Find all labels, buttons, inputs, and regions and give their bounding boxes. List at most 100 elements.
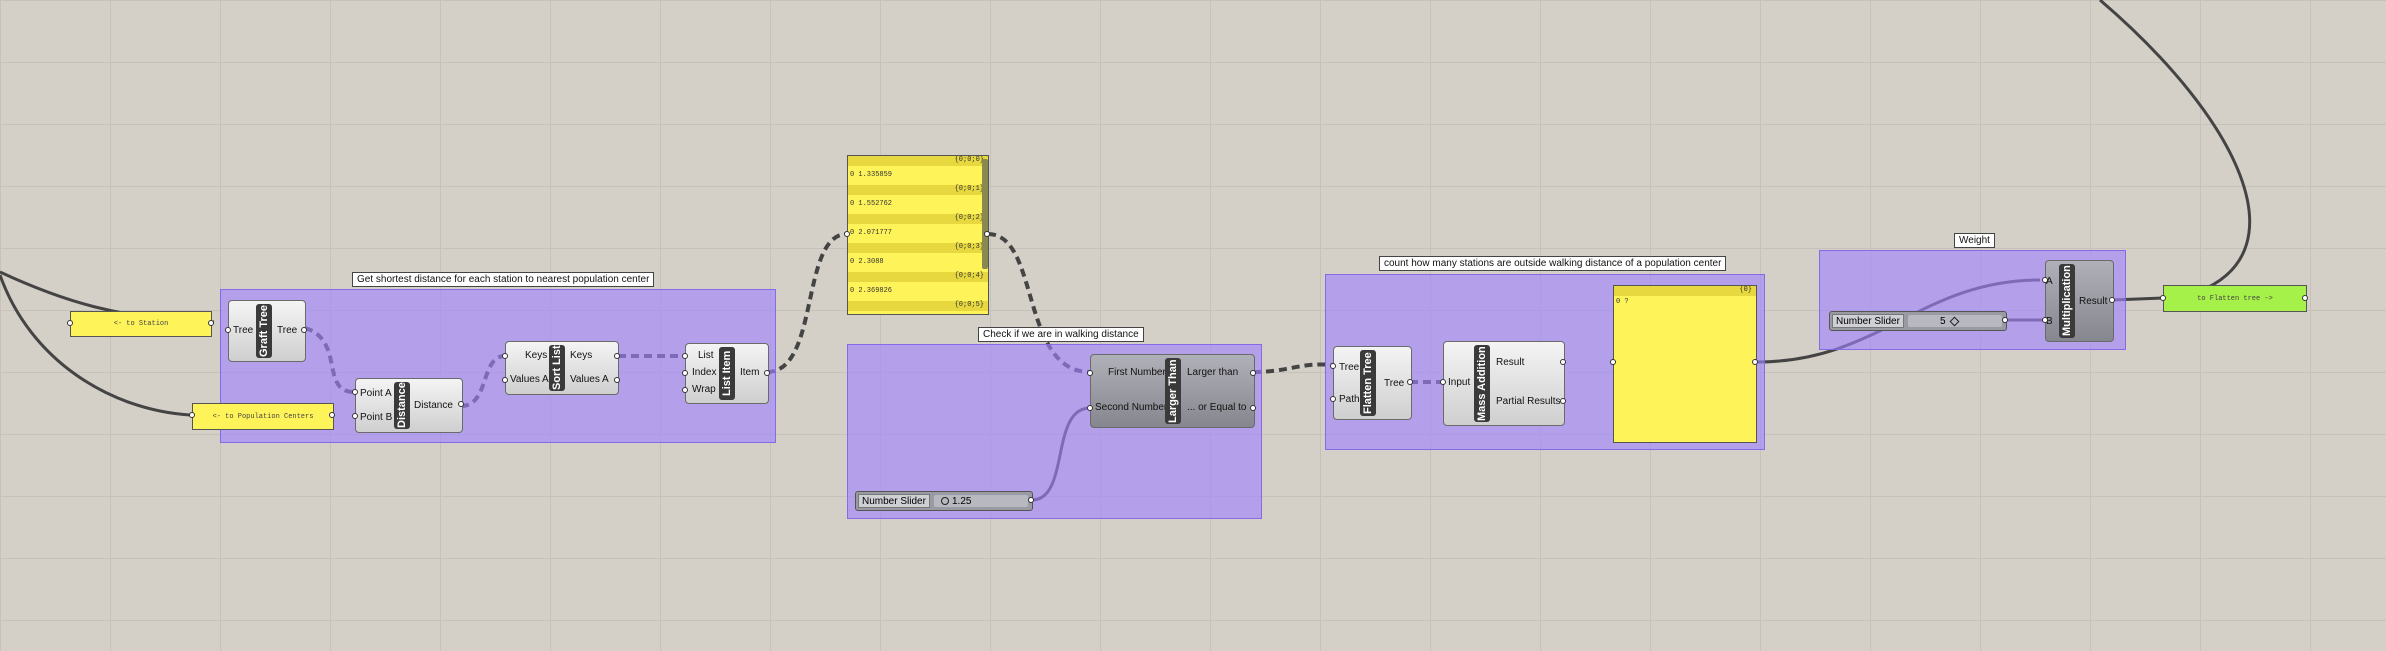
grip-massadd-in[interactable] (1440, 379, 1446, 385)
slider-weight-grip-icon[interactable] (1949, 316, 1960, 326)
port-distance-point-a[interactable]: Point A (360, 388, 392, 399)
grip-sort-values-in[interactable] (502, 377, 508, 383)
grip-panel-result-out[interactable] (1752, 359, 1758, 365)
slider-walking-distance[interactable]: Number Slider 1.25 (855, 491, 1033, 511)
grip-station-out[interactable] (208, 320, 214, 326)
port-mass-addition-input[interactable]: Input (1448, 377, 1470, 388)
grip-mult-b[interactable] (2042, 317, 2048, 323)
component-mass-addition[interactable]: Input Mass Addition Result Partial Resul… (1443, 341, 1565, 426)
grip-larger-second[interactable] (1087, 405, 1093, 411)
grip-flatten-tree-in[interactable] (1330, 363, 1336, 369)
grip-larger-out[interactable] (1250, 370, 1256, 376)
port-mass-addition-result[interactable]: Result (1496, 357, 1524, 368)
grip-sort-values-out[interactable] (614, 377, 620, 383)
port-graft-tree-in[interactable]: Tree (233, 325, 253, 336)
group-label-count-outside: count how many stations are outside walk… (1379, 256, 1727, 271)
group-label-walking-distance: Check if we are in walking distance (978, 327, 1144, 342)
component-multiplication[interactable]: A B Multiplication Result (2045, 260, 2114, 342)
grip-listitem-wrap[interactable] (682, 387, 688, 393)
grip-sort-keys-in[interactable] (502, 353, 508, 359)
port-sort-values-in[interactable]: Values A (510, 374, 549, 385)
grip-massadd-result[interactable] (1560, 359, 1566, 365)
grip-listitem-out[interactable] (764, 370, 770, 376)
panel-outside-count-path: {0} (1614, 286, 1756, 296)
component-sort-list[interactable]: Keys Values A Sort List Keys Values A (505, 341, 619, 395)
port-list-item-index[interactable]: Index (692, 367, 716, 378)
panel-row-value: 0 2.071777 (850, 229, 893, 237)
panel-distance-values[interactable]: {0;0;0} 0 1.335859 {0;0;1} 0 1.552762 {0;0;2… (847, 155, 989, 315)
grip-flatten-path-in[interactable] (1330, 396, 1336, 402)
param-station[interactable]: <- to Station (70, 311, 212, 337)
grip-flatten-param-in[interactable] (2160, 295, 2166, 301)
grip-sort-keys-out[interactable] (614, 353, 620, 359)
grip-panel-list-out[interactable] (984, 231, 990, 237)
distance-name: Distance (394, 382, 410, 429)
flatten-tree-name: Flatten Tree (1360, 350, 1376, 416)
port-sort-values-out[interactable]: Values A (570, 374, 609, 385)
panel-row-path: {0;0;0} (848, 156, 988, 166)
grip-slider-weight-out[interactable] (2002, 317, 2008, 323)
grip-distance-b[interactable] (352, 413, 358, 419)
panel-outside-count[interactable]: {0} 0 ? (1613, 285, 1757, 443)
port-larger-than-out[interactable]: Larger than (1187, 367, 1238, 378)
slider-walking-value-row: 1.25 (941, 492, 971, 510)
grip-slider-walking-out[interactable] (1028, 497, 1034, 503)
port-larger-equal-out[interactable]: ... or Equal to (1187, 402, 1246, 413)
component-distance[interactable]: Point A Point B Distance Distance (355, 378, 463, 433)
slider-walking-grip-icon[interactable] (941, 497, 949, 505)
panel-row: {0;0;4} 0 2.369826 (848, 272, 988, 301)
wire-listitem-panel (766, 232, 848, 374)
port-list-item-list[interactable]: List (698, 350, 714, 361)
component-graft-tree[interactable]: Tree Graft Tree Tree (228, 300, 306, 362)
grip-listitem-index[interactable] (682, 370, 688, 376)
panel-row-value: 0 1.335859 (850, 171, 893, 179)
panel-row-path: {0;0;3} (848, 243, 988, 253)
group-label-weight: Weight (1954, 233, 1995, 248)
grip-flatten-out[interactable] (1407, 379, 1413, 385)
wire-larger-flatten (1252, 362, 1334, 374)
port-mass-addition-partial[interactable]: Partial Results (1496, 396, 1560, 407)
port-larger-second-number[interactable]: Second Number (1095, 402, 1167, 413)
port-sort-keys-out[interactable]: Keys (570, 350, 592, 361)
mass-addition-name: Mass Addition (1474, 345, 1490, 422)
sort-list-name: Sort List (549, 345, 565, 391)
component-list-item[interactable]: List Index Wrap List Item Item (685, 343, 769, 404)
component-flatten-tree[interactable]: Tree Path Flatten Tree Tree (1333, 346, 1412, 420)
port-list-item-out[interactable]: Item (740, 367, 759, 378)
grip-larger-first[interactable] (1087, 370, 1093, 376)
port-flatten-path-in[interactable]: Path (1339, 394, 1360, 405)
grip-flatten-param-out[interactable] (2302, 295, 2308, 301)
grip-graft-in[interactable] (225, 327, 231, 333)
grip-panel-list-in[interactable] (844, 231, 850, 237)
panel-scrollbar[interactable] (982, 159, 988, 269)
port-distance-point-b[interactable]: Point B (360, 412, 392, 423)
component-larger-than[interactable]: First Number Second Number Larger Than L… (1090, 354, 1255, 428)
port-sort-keys-in[interactable]: Keys (525, 350, 547, 361)
port-distance-out[interactable]: Distance (414, 400, 453, 411)
panel-row-value: 0 2.369826 (850, 287, 893, 295)
larger-than-name: Larger Than (1165, 358, 1181, 424)
grip-population-out[interactable] (329, 412, 335, 418)
panel-row-value (848, 311, 988, 314)
grip-mult-a[interactable] (2042, 277, 2048, 283)
grip-population-in[interactable] (189, 412, 195, 418)
port-flatten-tree-out[interactable]: Tree (1384, 378, 1404, 389)
wire-population-in (0, 274, 191, 417)
grip-mult-out[interactable] (2109, 297, 2115, 303)
param-population-centers[interactable]: <- to Population Centers (192, 403, 334, 430)
grip-distance-out[interactable] (458, 401, 464, 407)
slider-weight[interactable]: Number Slider 5 (1829, 311, 2007, 331)
port-larger-first-number[interactable]: First Number (1108, 367, 1166, 378)
port-mult-result[interactable]: Result (2079, 296, 2107, 307)
param-flatten-tree-out[interactable]: to Flatten tree -> (2163, 285, 2307, 312)
grip-graft-out[interactable] (301, 327, 307, 333)
grip-massadd-partial[interactable] (1560, 398, 1566, 404)
grip-station-in[interactable] (67, 320, 73, 326)
grip-larger-equal-out[interactable] (1250, 405, 1256, 411)
grip-distance-a[interactable] (352, 389, 358, 395)
port-list-item-wrap[interactable]: Wrap (692, 384, 716, 395)
port-graft-tree-out[interactable]: Tree (277, 325, 297, 336)
port-flatten-tree-in[interactable]: Tree (1339, 362, 1359, 373)
grip-listitem-list[interactable] (682, 353, 688, 359)
grip-panel-result-in[interactable] (1610, 359, 1616, 365)
